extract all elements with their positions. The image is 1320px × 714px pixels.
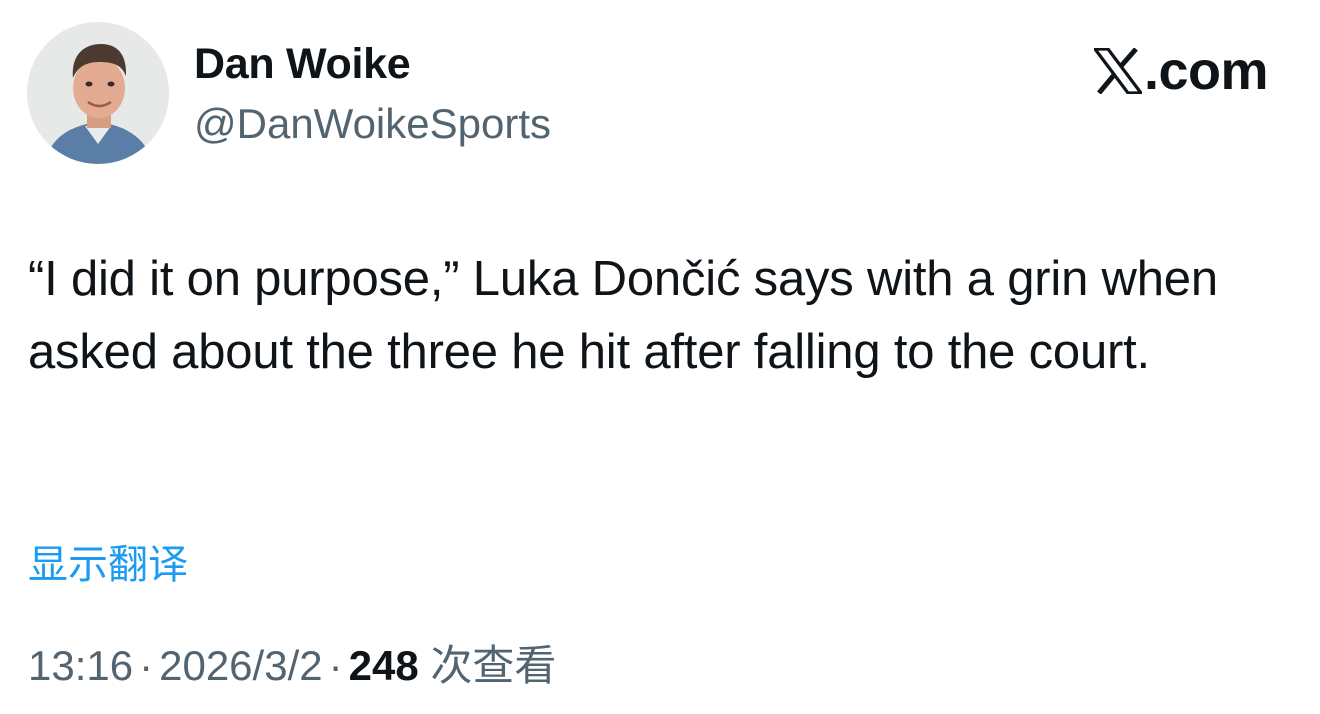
tweet-text: “I did it on purpose,” Luka Dončić says …: [28, 252, 1218, 379]
tweet-date[interactable]: 2026/3/2: [159, 642, 323, 689]
brand-watermark: .com: [1093, 41, 1269, 101]
views-count: 248: [348, 642, 419, 689]
tweet-meta: 13:16 · 2026/3/2 · 248 次查看: [28, 640, 556, 692]
meta-separator: ·: [328, 642, 343, 689]
tweet-time[interactable]: 13:16: [28, 642, 133, 689]
avatar-image: [27, 22, 169, 164]
brand-domain-text: .com: [1143, 41, 1269, 101]
avatar[interactable]: [27, 22, 169, 164]
author-handle[interactable]: @DanWoikeSports: [194, 100, 551, 148]
author-display-name[interactable]: Dan Woike: [194, 40, 411, 88]
x-logo-icon: [1093, 48, 1142, 94]
show-translation-link[interactable]: 显示翻译: [28, 541, 188, 589]
meta-separator: ·: [139, 642, 154, 689]
views-label: 次查看: [430, 642, 557, 689]
